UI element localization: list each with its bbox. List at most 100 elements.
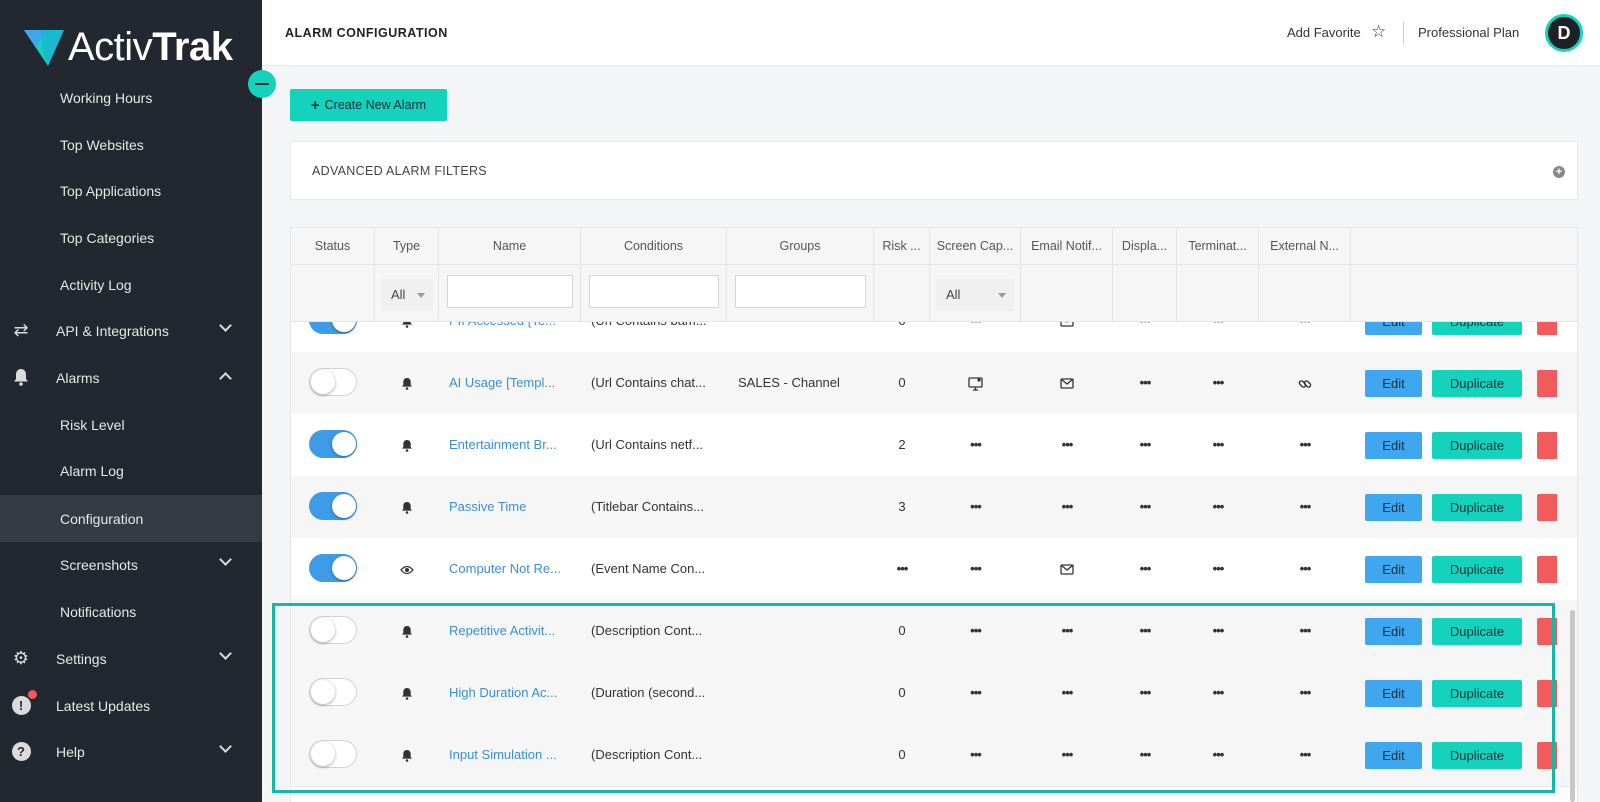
link-icon[interactable] (1298, 377, 1312, 391)
more-dots-icon[interactable]: ••• (970, 499, 982, 514)
star-icon[interactable]: ☆ (1371, 22, 1386, 42)
name-filter-input[interactable] (447, 275, 573, 308)
more-dots-icon[interactable]: ••• (1300, 561, 1312, 576)
column-header-terminat[interactable]: Terminat... (1177, 228, 1259, 266)
more-dots-icon[interactable]: ••• (1140, 375, 1152, 390)
status-toggle[interactable] (309, 492, 357, 520)
alarm-name-link[interactable]: Computer Not Re... (449, 538, 575, 600)
chevron-up-icon[interactable] (219, 372, 232, 385)
column-header-conditions[interactable]: Conditions (581, 228, 727, 266)
alarm-name-link[interactable]: Passive Time (449, 476, 575, 538)
screen-capture-filter-select[interactable]: All (936, 279, 1014, 311)
chevron-down-icon[interactable] (219, 647, 232, 660)
more-dots-icon[interactable]: ••• (1140, 561, 1152, 576)
more-dots-icon[interactable]: ••• (1140, 437, 1152, 452)
edit-button[interactable]: Edit (1365, 432, 1422, 459)
duplicate-button[interactable]: Duplicate (1432, 370, 1522, 397)
create-new-alarm-button[interactable]: + Create New Alarm (290, 89, 447, 121)
alarm-name-link[interactable]: AI Usage [Templ... (449, 352, 575, 414)
advanced-filters-panel[interactable]: ADVANCED ALARM FILTERS + (290, 141, 1578, 200)
edit-button[interactable]: Edit (1365, 556, 1422, 583)
more-dots-icon[interactable]: ••• (1213, 499, 1225, 514)
plan-label[interactable]: Professional Plan (1418, 25, 1519, 40)
status-toggle[interactable] (309, 430, 357, 458)
sidebar-item-top-websites[interactable]: Top Websites (0, 121, 262, 168)
sidebar-item-notifications[interactable]: Notifications (0, 588, 262, 635)
chevron-down-icon[interactable] (219, 553, 232, 566)
sidebar-item-alarm-log[interactable]: Alarm Log (0, 447, 262, 494)
column-header-risk[interactable]: Risk ... (874, 228, 930, 266)
duplicate-button[interactable]: Duplicate (1432, 322, 1522, 335)
vertical-scrollbar[interactable] (1570, 610, 1575, 802)
screen-capture-icon[interactable] (968, 376, 983, 391)
column-header-displa[interactable]: Displa... (1113, 228, 1177, 266)
more-dots-icon[interactable]: ••• (970, 561, 982, 576)
status-toggle[interactable] (309, 554, 357, 582)
more-dots-icon[interactable]: ••• (970, 437, 982, 452)
edit-button[interactable]: Edit (1365, 370, 1422, 397)
sidebar-item-configuration[interactable]: Configuration (0, 495, 262, 542)
column-header-status[interactable]: Status (291, 228, 375, 266)
chevron-down-icon[interactable] (219, 319, 232, 332)
edit-button[interactable]: Edit (1365, 494, 1422, 521)
duplicate-button[interactable]: Duplicate (1432, 494, 1522, 521)
delete-button[interactable] (1537, 370, 1557, 397)
mail-icon[interactable] (1060, 564, 1074, 575)
mail-icon[interactable] (1060, 322, 1074, 327)
column-header-screen-cap[interactable]: Screen Cap... (930, 228, 1021, 266)
delete-button[interactable] (1537, 494, 1557, 521)
alarm-name-link[interactable]: PII Accessed [Te... (449, 322, 575, 352)
status-toggle[interactable] (309, 322, 357, 334)
column-header-email-notif[interactable]: Email Notif... (1021, 228, 1113, 266)
more-dots-icon[interactable]: ••• (970, 322, 982, 328)
column-header-type[interactable]: Type (375, 228, 439, 266)
toggle-knob (311, 370, 335, 394)
activtrak-logo[interactable]: ActivTrak (22, 22, 233, 72)
groups-filter-input[interactable] (735, 275, 866, 308)
more-dots-icon[interactable]: ••• (1213, 322, 1225, 328)
delete-button[interactable] (1537, 556, 1557, 583)
status-toggle[interactable] (309, 368, 357, 396)
sidebar-item-latest-updates[interactable]: ! Latest Updates (0, 682, 262, 729)
sidebar-item-top-applications[interactable]: Top Applications (0, 167, 262, 214)
sidebar-item-screenshots[interactable]: Screenshots (0, 541, 262, 588)
delete-button[interactable] (1537, 322, 1557, 335)
conditions-filter-input[interactable] (589, 275, 719, 308)
sidebar-item-alarms[interactable]: Alarms (0, 354, 262, 401)
column-header-name[interactable]: Name (439, 228, 581, 266)
alarm-name-link[interactable]: Entertainment Br... (449, 414, 575, 476)
sidebar-item-activity-log[interactable]: Activity Log (0, 261, 262, 308)
mail-icon[interactable] (1060, 378, 1074, 389)
more-dots-icon[interactable]: ••• (1140, 322, 1152, 328)
more-dots-icon[interactable]: ••• (1213, 375, 1225, 390)
sidebar-item-api-integrations[interactable]: ⇄ API & Integrations (0, 307, 262, 354)
delete-button[interactable] (1537, 432, 1557, 459)
chevron-down-icon[interactable] (219, 740, 232, 753)
more-dots-icon[interactable]: ••• (1300, 322, 1312, 328)
sidebar-item-working-hours[interactable]: Working Hours (0, 90, 262, 121)
collapse-sidebar-button[interactable] (248, 70, 276, 98)
sidebar-item-help[interactable]: ? Help (0, 728, 262, 775)
add-favorite-link[interactable]: Add Favorite (1287, 25, 1361, 40)
edit-button[interactable]: Edit (1365, 322, 1422, 335)
more-dots-icon[interactable]: ••• (1062, 437, 1074, 452)
more-dots-icon[interactable]: ••• (1300, 437, 1312, 452)
more-dots-icon[interactable]: ••• (1062, 499, 1074, 514)
column-header-groups[interactable]: Groups (727, 228, 874, 266)
column-header-external-n[interactable]: External N... (1259, 228, 1351, 266)
more-dots-icon[interactable]: ••• (1213, 561, 1225, 576)
avatar[interactable]: D (1545, 14, 1583, 52)
expand-plus-icon[interactable]: + (1553, 166, 1565, 178)
more-dots-icon[interactable]: ••• (1213, 437, 1225, 452)
duplicate-button[interactable]: Duplicate (1432, 432, 1522, 459)
sidebar: ActivTrak Working Hours Top Websites Top A… (0, 0, 262, 802)
sidebar-item-settings[interactable]: ⚙ Settings (0, 635, 262, 682)
duplicate-button[interactable]: Duplicate (1432, 556, 1522, 583)
sidebar-item-risk-level[interactable]: Risk Level (0, 401, 262, 448)
more-dots-icon[interactable]: ••• (1300, 499, 1312, 514)
type-filter-select[interactable]: All (381, 279, 433, 311)
groups-cell (738, 414, 873, 476)
more-dots-icon[interactable]: ••• (1140, 499, 1152, 514)
sidebar-item-top-categories[interactable]: Top Categories (0, 214, 262, 261)
more-dots-icon[interactable]: ••• (897, 561, 909, 576)
